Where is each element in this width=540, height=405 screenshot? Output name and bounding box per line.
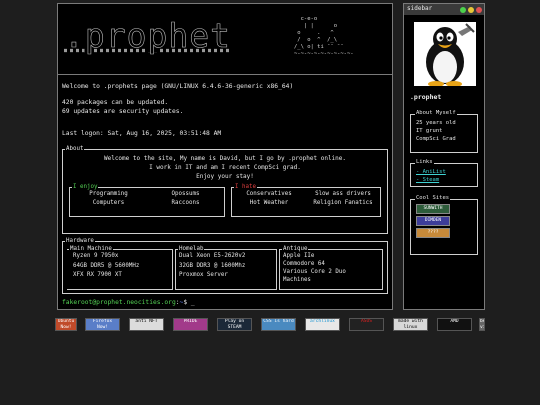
links-box: Links - AniList - Steam: [410, 159, 478, 187]
terminal-prompt[interactable]: fakeroot@prophet.neocities.org:~$ _: [62, 299, 195, 306]
about-line-1: Welcome to the site, My name is David, b…: [103, 155, 347, 162]
hate-item: Religion Fanatics: [313, 200, 373, 206]
links-legend: Links: [415, 159, 434, 165]
antique-item: Machines: [283, 277, 311, 283]
about-line-2: I work in IT and am I recent CompSci gra…: [149, 164, 301, 171]
badge[interactable]: AMD: [437, 318, 472, 331]
sidebar-username: .prophet: [410, 93, 442, 101]
banner: .prophet c-e-o | | o o . ^ / o ^ /_\ /_\…: [58, 4, 392, 75]
badge[interactable]: archlinux: [305, 318, 340, 331]
cool-site-badge[interactable]: DIMDEN: [416, 216, 450, 226]
close-dot-icon[interactable]: [476, 6, 482, 13]
antique-box: Antique Apple IIe Commodore 64 Various C…: [279, 246, 383, 290]
badge[interactable]: PRIDE: [173, 318, 208, 331]
homelab-box: Homelab Dual Xeon E5-2620v2 32GB DDR3 @ …: [175, 246, 277, 290]
badge[interactable]: Play on STEAM: [217, 318, 252, 331]
enjoy-item: Raccoons: [171, 200, 200, 206]
about-myself-item: 25 years old: [416, 120, 456, 126]
about-myself-legend: About Myself: [415, 110, 457, 116]
about-legend: About: [66, 146, 84, 152]
enjoy-item: Programming: [89, 191, 128, 197]
badge[interactable]: anti NFT: [129, 318, 164, 331]
cool-site-badge[interactable]: ????: [416, 228, 450, 238]
avatar: [414, 22, 476, 86]
antique-item: Commodore 64: [283, 261, 325, 267]
homelab-item: Dual Xeon E5-2620v2: [179, 253, 246, 259]
cool-sites-legend: Cool Sites: [415, 195, 451, 201]
prompt-user-host: fakeroot@prophet.neocities.org: [62, 299, 176, 306]
link-steam[interactable]: - Steam: [411, 176, 477, 184]
about-myself-item: CompSci Grad: [416, 136, 456, 143]
last-logon-line: Last logon: Sat, Aug 16, 2025, 03:51:48 …: [62, 130, 222, 137]
main-machine-item: XFX RX 7900 XT: [73, 272, 122, 278]
badge[interactable]: CSS is hard: [261, 318, 296, 331]
main-machine-item: 64GB DDR5 @ 5600MHz: [73, 262, 140, 269]
sidebar-title: sidebar: [407, 5, 433, 12]
badge[interactable]: best viewed: [479, 318, 485, 331]
hate-item: Slow ass drivers: [315, 191, 371, 197]
antique-item: Apple IIe: [283, 253, 315, 259]
link-anilist[interactable]: - AniList: [411, 168, 477, 176]
antique-item: Various Core 2 Duo: [283, 269, 346, 275]
about-myself-box: About Myself 25 years old IT grunt CompS…: [410, 110, 478, 153]
hate-item: Conservatives: [246, 191, 292, 197]
terminal-window: .prophet c-e-o | | o o . ^ / o ^ /_\ /_\…: [57, 3, 393, 310]
badge[interactable]: Ubuntu Now!: [55, 318, 77, 331]
sidebar-titlebar: sidebar: [404, 4, 484, 15]
sidebar-window: sidebar .prophet About Myself 25 years o…: [403, 3, 485, 310]
enjoy-item: Computers: [92, 200, 125, 206]
hate-box: I hate Conservatives Slow ass drivers Ho…: [231, 184, 381, 217]
badge[interactable]: Firefox Now!: [85, 318, 120, 331]
tux-penguin-icon: [414, 22, 476, 86]
security-line: 69 updates are security updates.: [62, 108, 184, 115]
about-line-3: Enjoy your stay!: [196, 173, 254, 180]
minimize-dot-icon[interactable]: [468, 6, 474, 13]
enjoy-box: I enjoy Programming Opossums Computers R…: [69, 184, 225, 217]
about-myself-item: IT grunt: [416, 128, 443, 135]
cool-site-badge[interactable]: SUNWITH: [416, 204, 450, 214]
welcome-line: Welcome to .prophets page (GNU/LINUX 6.4…: [62, 83, 294, 90]
enjoy-item: Opossums: [171, 191, 200, 197]
badge[interactable]: made with linux: [393, 318, 428, 331]
hardware-legend: Hardware: [66, 238, 94, 244]
maximize-dot-icon[interactable]: [460, 6, 466, 13]
badge[interactable]: ASUS: [349, 318, 384, 331]
main-machine-item: Ryzen 9 7950x: [73, 253, 119, 259]
main-machine-box: Main Machine Ryzen 9 7950x 64GB DDR5 @ 5…: [67, 246, 173, 290]
hate-item: Hot Weather: [249, 200, 289, 206]
site-logo: .prophet: [64, 16, 231, 56]
homelab-item: 32GB DDR3 @ 1600Mhz: [179, 262, 246, 269]
ascii-art: c-e-o | | o o . ^ / o ^ /_\ /_\ o| ti ¯¯…: [294, 16, 354, 57]
badges-row: Ubuntu Now! Firefox Now! anti NFT PRIDE …: [55, 318, 485, 332]
prompt-symbol: $ _: [183, 299, 195, 306]
packages-line: 420 packages can be updated.: [62, 99, 169, 106]
homelab-item: Proxmox Server: [179, 272, 228, 278]
cool-sites-box: Cool Sites SUNWITH DIMDEN ????: [410, 195, 478, 255]
